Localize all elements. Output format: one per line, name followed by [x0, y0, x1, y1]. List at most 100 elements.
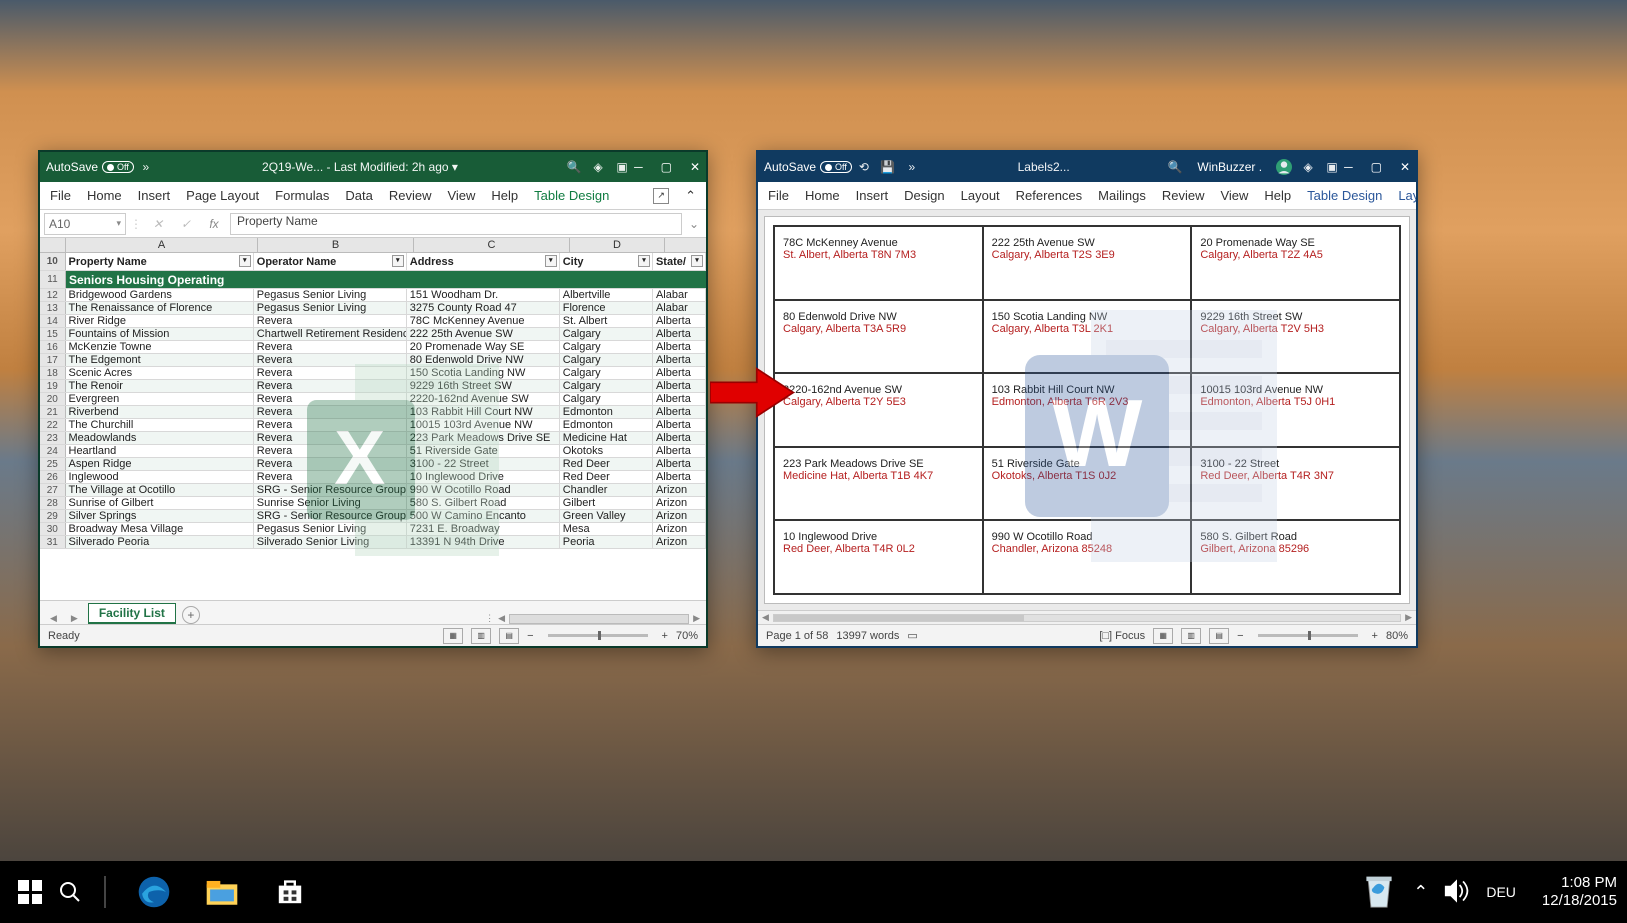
save-icon[interactable]: 💾	[880, 159, 896, 175]
label-cell[interactable]: 10015 103rd Avenue NWEdmonton, Alberta T…	[1191, 373, 1400, 447]
volume-icon[interactable]	[1444, 879, 1470, 906]
filter-icon[interactable]: ▾	[545, 255, 557, 267]
horizontal-scrollbar[interactable]: ◀▶	[758, 610, 1416, 624]
spellcheck-icon[interactable]: ▭	[907, 629, 917, 642]
autosave-toggle[interactable]: AutoSave Off	[46, 160, 134, 174]
table-row[interactable]: 30Broadway Mesa VillagePegasus Senior Li…	[40, 523, 706, 536]
tab-references[interactable]: References	[1016, 188, 1082, 203]
tab-help[interactable]: Help	[491, 188, 518, 203]
diamond-icon[interactable]: ◈	[590, 159, 606, 175]
table-row[interactable]: 16McKenzie TowneRevera20 Promenade Way S…	[40, 341, 706, 354]
table-row[interactable]: 19The RenoirRevera9229 16th Street SWCal…	[40, 380, 706, 393]
label-cell[interactable]: 103 Rabbit Hill Court NWEdmonton, Albert…	[983, 373, 1192, 447]
label-cell[interactable]: 10 Inglewood DriveRed Deer, Alberta T4R …	[774, 520, 983, 594]
label-cell[interactable]: 222 25th Avenue SWCalgary, Alberta T2S 3…	[983, 226, 1192, 300]
table-row[interactable]: 25Aspen RidgeRevera3100 - 22 StreetRed D…	[40, 458, 706, 471]
zoom-slider[interactable]	[548, 634, 648, 637]
table-row[interactable]: 26InglewoodRevera10 Inglewood DriveRed D…	[40, 471, 706, 484]
zoom-out-button[interactable]: −	[527, 630, 533, 642]
language-indicator[interactable]: DEU	[1486, 884, 1516, 900]
page-indicator[interactable]: Page 1 of 58	[766, 630, 828, 642]
box-icon[interactable]: ▣	[614, 159, 630, 175]
chevron-right-icon[interactable]: »	[904, 159, 920, 175]
tab-review[interactable]: Review	[1162, 188, 1205, 203]
expand-formula-icon[interactable]: ⌄	[686, 217, 702, 231]
edge-app-icon[interactable]	[134, 872, 174, 912]
zoom-level[interactable]: 70%	[676, 630, 698, 642]
label-cell[interactable]: 80 Edenwold Drive NWCalgary, Alberta T3A…	[774, 300, 983, 374]
zoom-slider[interactable]	[1258, 634, 1358, 637]
minimize-button[interactable]: ─	[634, 160, 643, 174]
read-mode-icon[interactable]: ▦	[1153, 628, 1173, 644]
share-icon[interactable]: ↗	[653, 188, 669, 204]
user-avatar-icon[interactable]	[1276, 159, 1292, 175]
label-cell[interactable]: 3100 - 22 StreetRed Deer, Alberta T4R 3N…	[1191, 447, 1400, 521]
start-button[interactable]	[10, 872, 50, 912]
section-row[interactable]: 11Seniors Housing Operating	[40, 271, 706, 289]
column-headers[interactable]: A B C D	[40, 238, 706, 253]
diamond-icon[interactable]: ◈	[1300, 159, 1316, 175]
table-row[interactable]: 24HeartlandRevera51 Riverside GateOkotok…	[40, 445, 706, 458]
table-row[interactable]: 27The Village at OcotilloSRG - Senior Re…	[40, 484, 706, 497]
tab-help[interactable]: Help	[1264, 188, 1291, 203]
tab-file[interactable]: File	[50, 188, 71, 203]
tab-layout[interactable]: Layout	[961, 188, 1000, 203]
table-row[interactable]: 29Silver SpringsSRG - Senior Resource Gr…	[40, 510, 706, 523]
maximize-button[interactable]: ▢	[661, 160, 672, 174]
label-cell[interactable]: 51 Riverside GateOkotoks, Alberta T1S 0J…	[983, 447, 1192, 521]
table-header-row[interactable]: 10Property Name▾Operator Name▾Address▾Ci…	[40, 253, 706, 271]
table-row[interactable]: 21RiverbendRevera103 Rabbit Hill Court N…	[40, 406, 706, 419]
filter-icon[interactable]: ▾	[239, 255, 251, 267]
tab-insert[interactable]: Insert	[138, 188, 171, 203]
tab-design[interactable]: Design	[904, 188, 944, 203]
sheet-tab-facility-list[interactable]: Facility List	[88, 603, 176, 624]
tab-mailings[interactable]: Mailings	[1098, 188, 1146, 203]
tab-file[interactable]: File	[768, 188, 789, 203]
table-row[interactable]: 15Fountains of MissionChartwell Retireme…	[40, 328, 706, 341]
sheet-nav-prev-icon[interactable]: ◀	[46, 613, 61, 624]
label-cell[interactable]: 223 Park Meadows Drive SEMedicine Hat, A…	[774, 447, 983, 521]
tab-page-layout[interactable]: Page Layout	[186, 188, 259, 203]
word-titlebar[interactable]: AutoSave Off ⟲ 💾 » Labels2... 🔍 WinBuzze…	[758, 152, 1416, 182]
box-icon[interactable]: ▣	[1324, 159, 1340, 175]
close-button[interactable]: ✕	[690, 160, 700, 174]
label-cell[interactable]: 2220-162nd Avenue SWCalgary, Alberta T2Y…	[774, 373, 983, 447]
label-cell[interactable]: 150 Scotia Landing NWCalgary, Alberta T3…	[983, 300, 1192, 374]
focus-mode-button[interactable]: [□] Focus	[1099, 630, 1145, 642]
tab-review[interactable]: Review	[389, 188, 432, 203]
tray-chevron-icon[interactable]: ⌃	[1413, 882, 1428, 903]
search-icon[interactable]: 🔍	[1167, 159, 1183, 175]
table-row[interactable]: 22The ChurchillRevera10015 103rd Avenue …	[40, 419, 706, 432]
filter-icon[interactable]: ▾	[392, 255, 404, 267]
document-area[interactable]: W 78C McKenney AvenueSt. Albert, Alberta…	[758, 210, 1416, 610]
label-cell[interactable]: 9229 16th Street SWCalgary, Alberta T2V …	[1191, 300, 1400, 374]
table-row[interactable]: 13The Renaissance of FlorencePegasus Sen…	[40, 302, 706, 315]
excel-titlebar[interactable]: AutoSave Off » 2Q19-We... - Last Modifie…	[40, 152, 706, 182]
table-row[interactable]: 31Silverado PeoriaSilverado Senior Livin…	[40, 536, 706, 549]
normal-view-icon[interactable]: ▦	[443, 628, 463, 644]
enter-icon[interactable]: ✓	[174, 217, 198, 231]
user-name[interactable]: WinBuzzer .	[1197, 160, 1262, 174]
web-layout-icon[interactable]: ▤	[1209, 628, 1229, 644]
print-layout-icon[interactable]: ▥	[1181, 628, 1201, 644]
store-app-icon[interactable]	[270, 872, 310, 912]
file-explorer-app-icon[interactable]	[202, 872, 242, 912]
filter-icon[interactable]: ▾	[691, 255, 703, 267]
cancel-icon[interactable]: ✕	[146, 217, 170, 231]
recycle-bin-icon[interactable]	[1361, 871, 1397, 914]
clock[interactable]: 1:08 PM 12/18/2015	[1542, 874, 1617, 910]
fx-icon[interactable]: fx	[202, 217, 226, 231]
label-cell[interactable]: 78C McKenney AvenueSt. Albert, Alberta T…	[774, 226, 983, 300]
filter-icon[interactable]: ▾	[638, 255, 650, 267]
tab-home[interactable]: Home	[87, 188, 122, 203]
label-cell[interactable]: 580 S. Gilbert RoadGilbert, Arizona 8529…	[1191, 520, 1400, 594]
minimize-button[interactable]: ─	[1344, 160, 1353, 174]
tab-data[interactable]: Data	[345, 188, 372, 203]
add-sheet-button[interactable]: +	[182, 606, 200, 624]
tab-view[interactable]: View	[447, 188, 475, 203]
table-row[interactable]: 18Scenic AcresRevera150 Scotia Landing N…	[40, 367, 706, 380]
label-cell[interactable]: 990 W Ocotillo RoadChandler, Arizona 852…	[983, 520, 1192, 594]
autosave-toggle[interactable]: AutoSave Off	[764, 160, 852, 174]
tab-formulas[interactable]: Formulas	[275, 188, 329, 203]
close-button[interactable]: ✕	[1400, 160, 1410, 174]
